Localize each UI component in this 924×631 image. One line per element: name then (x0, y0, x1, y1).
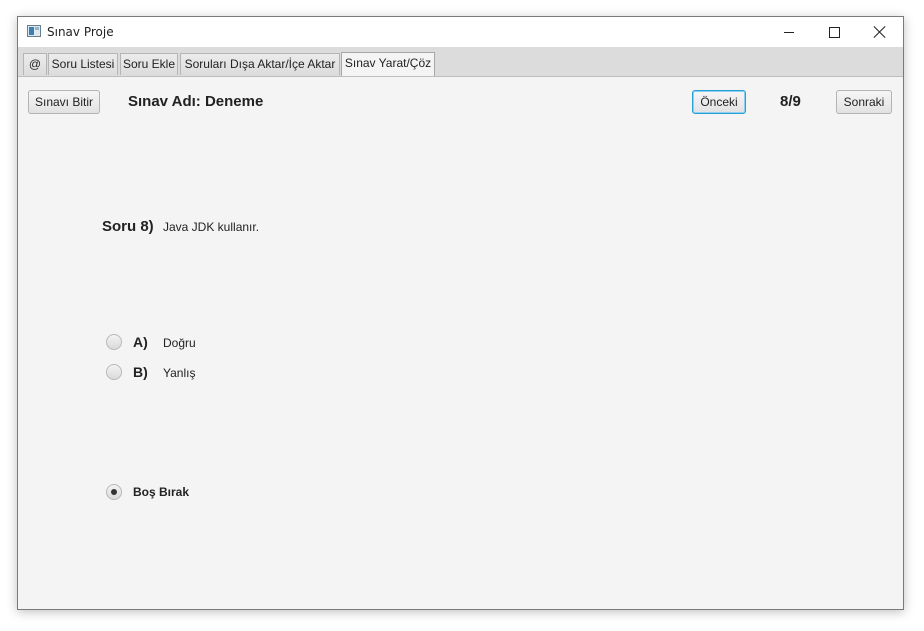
option-b-text: Yanlış (163, 366, 196, 380)
close-icon (873, 25, 887, 39)
app-icon (27, 25, 41, 37)
maximize-icon (828, 26, 840, 38)
question-counter: 8/9 (780, 93, 801, 110)
maximize-button[interactable] (811, 17, 857, 47)
minimize-icon (784, 31, 794, 33)
finish-exam-button[interactable]: Sınavı Bitir (28, 90, 100, 114)
radio-skip[interactable] (106, 484, 122, 500)
radio-option-b[interactable] (106, 364, 122, 380)
question-text: Java JDK kullanır. (163, 220, 260, 234)
next-button[interactable]: Sonraki (836, 90, 892, 114)
option-a-text: Doğru (163, 336, 196, 350)
question-number: Soru 8) (102, 218, 154, 235)
tab-soru-ekle[interactable]: Soru Ekle (120, 53, 178, 75)
previous-button[interactable]: Önceki (692, 90, 746, 114)
title-bar: Sınav Proje (18, 17, 903, 47)
radio-option-a[interactable] (106, 334, 122, 350)
exam-name-label: Sınav Adı: Deneme (128, 93, 264, 110)
tab-disa-ice-aktar[interactable]: Soruları Dışa Aktar/İçe Aktar (180, 53, 340, 75)
tab-sinav-yarat-coz[interactable]: Sınav Yarat/Çöz (341, 52, 435, 76)
option-b-letter: B) (133, 364, 148, 380)
minimize-button[interactable] (766, 17, 812, 47)
tab-soru-listesi[interactable]: Soru Listesi (48, 53, 118, 75)
tab-at[interactable]: @ (23, 53, 47, 75)
app-window: Sınav Proje @ Soru Listesi Soru Ekle Sor… (17, 16, 904, 610)
option-a-letter: A) (133, 334, 148, 350)
window-title: Sınav Proje (47, 25, 114, 39)
close-button[interactable] (857, 17, 903, 47)
skip-label: Boş Bırak (133, 485, 190, 499)
tab-bar: @ Soru Listesi Soru Ekle Soruları Dışa A… (18, 47, 903, 77)
